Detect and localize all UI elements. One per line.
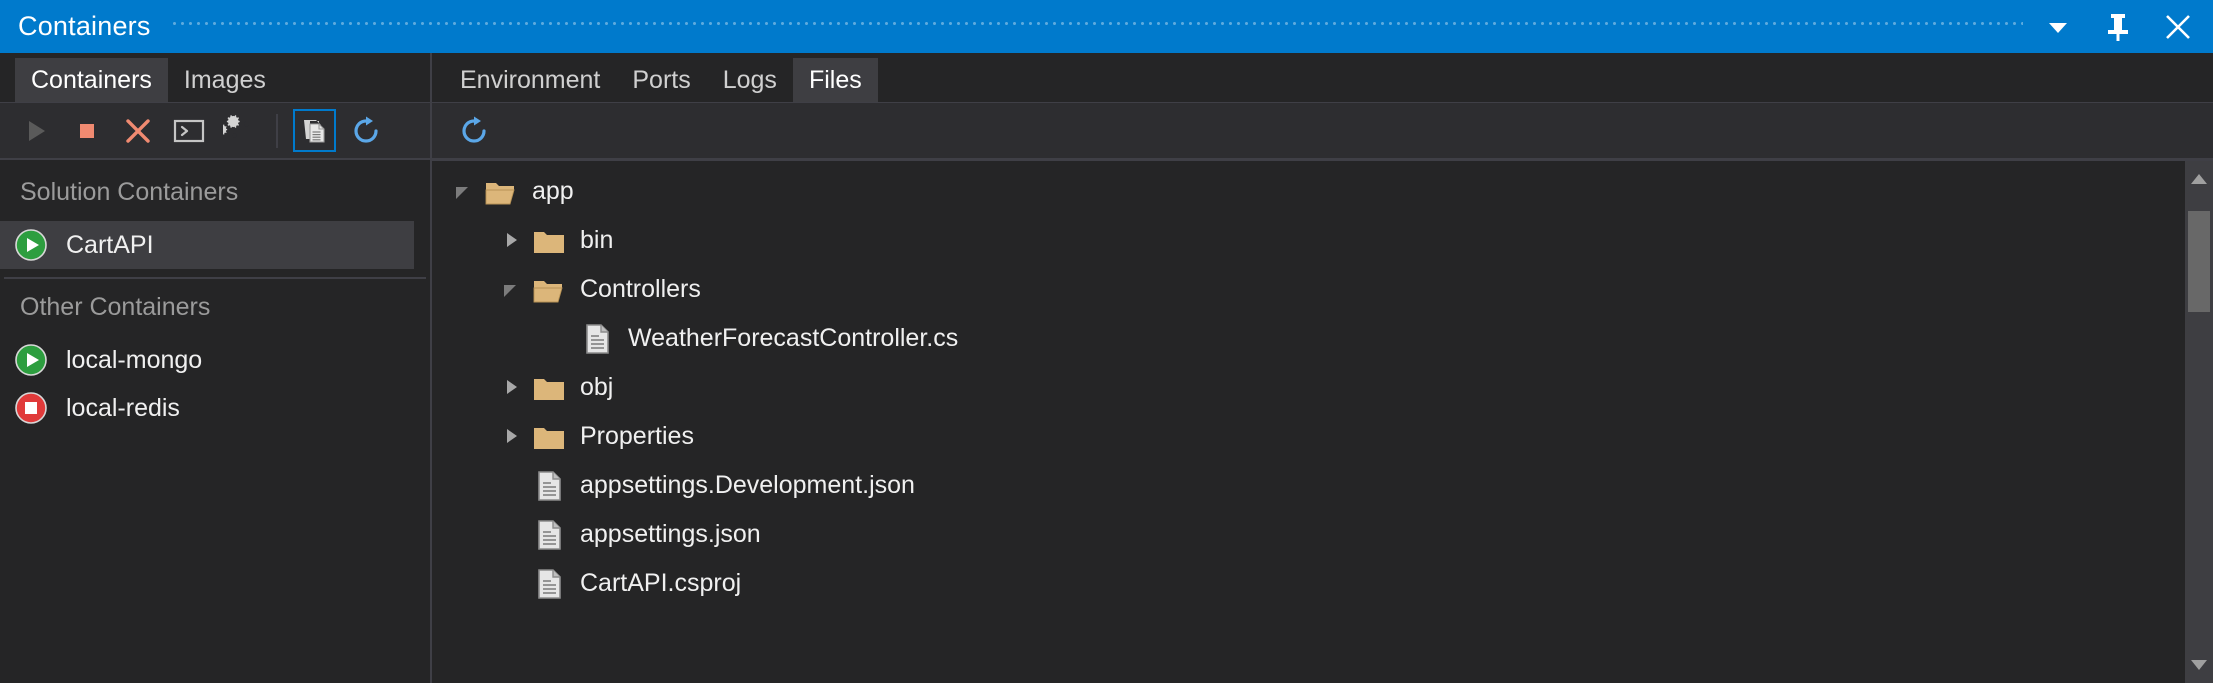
tree-file-row[interactable]: CartAPI.csproj: [432, 559, 2185, 608]
files-toolbar: [432, 103, 2213, 160]
folder-closed-icon: [532, 373, 566, 403]
tree-node-label: appsettings.json: [580, 520, 761, 548]
file-tree: app bin Controllers WeatherForecastContro…: [432, 161, 2185, 683]
details-tabstrip: Environment Ports Logs Files: [432, 53, 2213, 103]
left-tabstrip: Containers Images: [0, 53, 430, 103]
containers-list: Solution Containers CartAPI Other Contai…: [0, 160, 430, 683]
tree-folder-row[interactable]: obj: [432, 363, 2185, 412]
tab-logs-label: Logs: [722, 65, 777, 94]
containers-tool-window: Containers Containers Images Solution Co…: [0, 0, 2213, 683]
file-icon: [532, 568, 566, 599]
tab-ports-label: Ports: [632, 65, 691, 94]
tab-logs[interactable]: Logs: [707, 58, 793, 102]
chevron-down-icon[interactable]: [450, 179, 476, 205]
view-files-button[interactable]: [293, 109, 336, 152]
tree-node-label: Controllers: [580, 275, 701, 303]
tab-environment-label: Environment: [460, 65, 601, 94]
container-item-label: local-redis: [66, 393, 180, 422]
tree-node-label: WeatherForecastController.cs: [628, 324, 959, 352]
tab-images-label: Images: [183, 65, 266, 94]
container-details-pane: Environment Ports Logs Files app bin Con…: [432, 53, 2213, 683]
tab-ports[interactable]: Ports: [616, 58, 706, 102]
container-item-label: local-mongo: [66, 345, 203, 374]
start-button[interactable]: [14, 109, 57, 152]
tree-folder-row[interactable]: app: [432, 167, 2185, 216]
tree-node-label: CartAPI.csproj: [580, 569, 742, 597]
folder-closed-icon: [532, 226, 566, 256]
pin-icon[interactable]: [2101, 10, 2135, 44]
chevron-down-icon[interactable]: [498, 277, 524, 303]
remove-button[interactable]: [116, 109, 159, 152]
file-tree-scrollbar[interactable]: [2185, 161, 2213, 683]
folder-open-icon: [532, 275, 566, 305]
chevron-right-icon[interactable]: [498, 375, 524, 401]
file-tree-area: app bin Controllers WeatherForecastContro…: [432, 160, 2213, 683]
file-icon: [532, 470, 566, 501]
play-circle-green-icon: [14, 228, 48, 262]
container-item-local-mongo[interactable]: local-mongo: [0, 336, 430, 384]
tab-containers[interactable]: Containers: [15, 58, 168, 102]
group-header-other-containers: Other Containers: [20, 293, 211, 321]
scrollbar-thumb[interactable]: [2188, 211, 2210, 313]
scroll-down-icon[interactable]: [2185, 651, 2213, 679]
window-title: Containers: [18, 11, 151, 41]
container-item-local-redis[interactable]: local-redis: [0, 384, 430, 432]
tree-folder-row[interactable]: bin: [432, 216, 2185, 265]
refresh-files-button[interactable]: [452, 109, 495, 152]
tree-node-label: appsettings.Development.json: [580, 471, 915, 499]
chevron-right-icon[interactable]: [498, 424, 524, 450]
tab-files[interactable]: Files: [792, 58, 878, 102]
stop-circle-red-icon: [14, 391, 48, 425]
folder-closed-icon: [532, 422, 566, 452]
toolbar-separator: [276, 113, 278, 148]
scroll-up-icon[interactable]: [2185, 165, 2213, 193]
titlebar-drag-grip[interactable]: [172, 0, 2023, 53]
tree-node-label: Properties: [580, 422, 694, 450]
container-item-label: CartAPI: [66, 230, 154, 259]
group-header-solution-containers: Solution Containers: [20, 178, 239, 206]
refresh-button[interactable]: [344, 109, 387, 152]
file-icon: [580, 323, 614, 354]
tree-file-row[interactable]: WeatherForecastController.cs: [432, 314, 2185, 363]
window-body: Containers Images Solution Containers Ca…: [0, 53, 2213, 683]
titlebar-buttons: [2041, 10, 2203, 44]
tree-node-label: bin: [580, 226, 614, 254]
tree-file-row[interactable]: appsettings.Development.json: [432, 461, 2185, 510]
tab-files-label: Files: [808, 65, 862, 94]
tab-containers-label: Containers: [31, 65, 152, 94]
folder-open-icon: [484, 177, 518, 207]
tree-folder-row[interactable]: Controllers: [432, 265, 2185, 314]
open-terminal-button[interactable]: [167, 109, 210, 152]
container-item-cartapi[interactable]: CartAPI: [0, 221, 414, 269]
scrollbar-track[interactable]: [2185, 193, 2213, 651]
tree-node-label: obj: [580, 373, 614, 401]
tab-environment[interactable]: Environment: [444, 58, 616, 102]
containers-left-pane: Containers Images Solution Containers Ca…: [0, 53, 432, 683]
tree-file-row[interactable]: appsettings.json: [432, 510, 2185, 559]
tree-folder-row[interactable]: Properties: [432, 412, 2185, 461]
containers-toolbar: [0, 103, 430, 160]
file-icon: [532, 519, 566, 550]
close-icon[interactable]: [2161, 10, 2195, 44]
stop-button[interactable]: [65, 109, 108, 152]
play-circle-green-icon: [14, 343, 48, 377]
chevron-down-icon[interactable]: [2041, 10, 2075, 44]
settings-button[interactable]: [218, 109, 261, 152]
chevron-right-icon[interactable]: [498, 228, 524, 254]
tree-node-label: app: [532, 177, 574, 205]
window-titlebar: Containers: [0, 0, 2213, 53]
tab-images[interactable]: Images: [168, 58, 282, 102]
